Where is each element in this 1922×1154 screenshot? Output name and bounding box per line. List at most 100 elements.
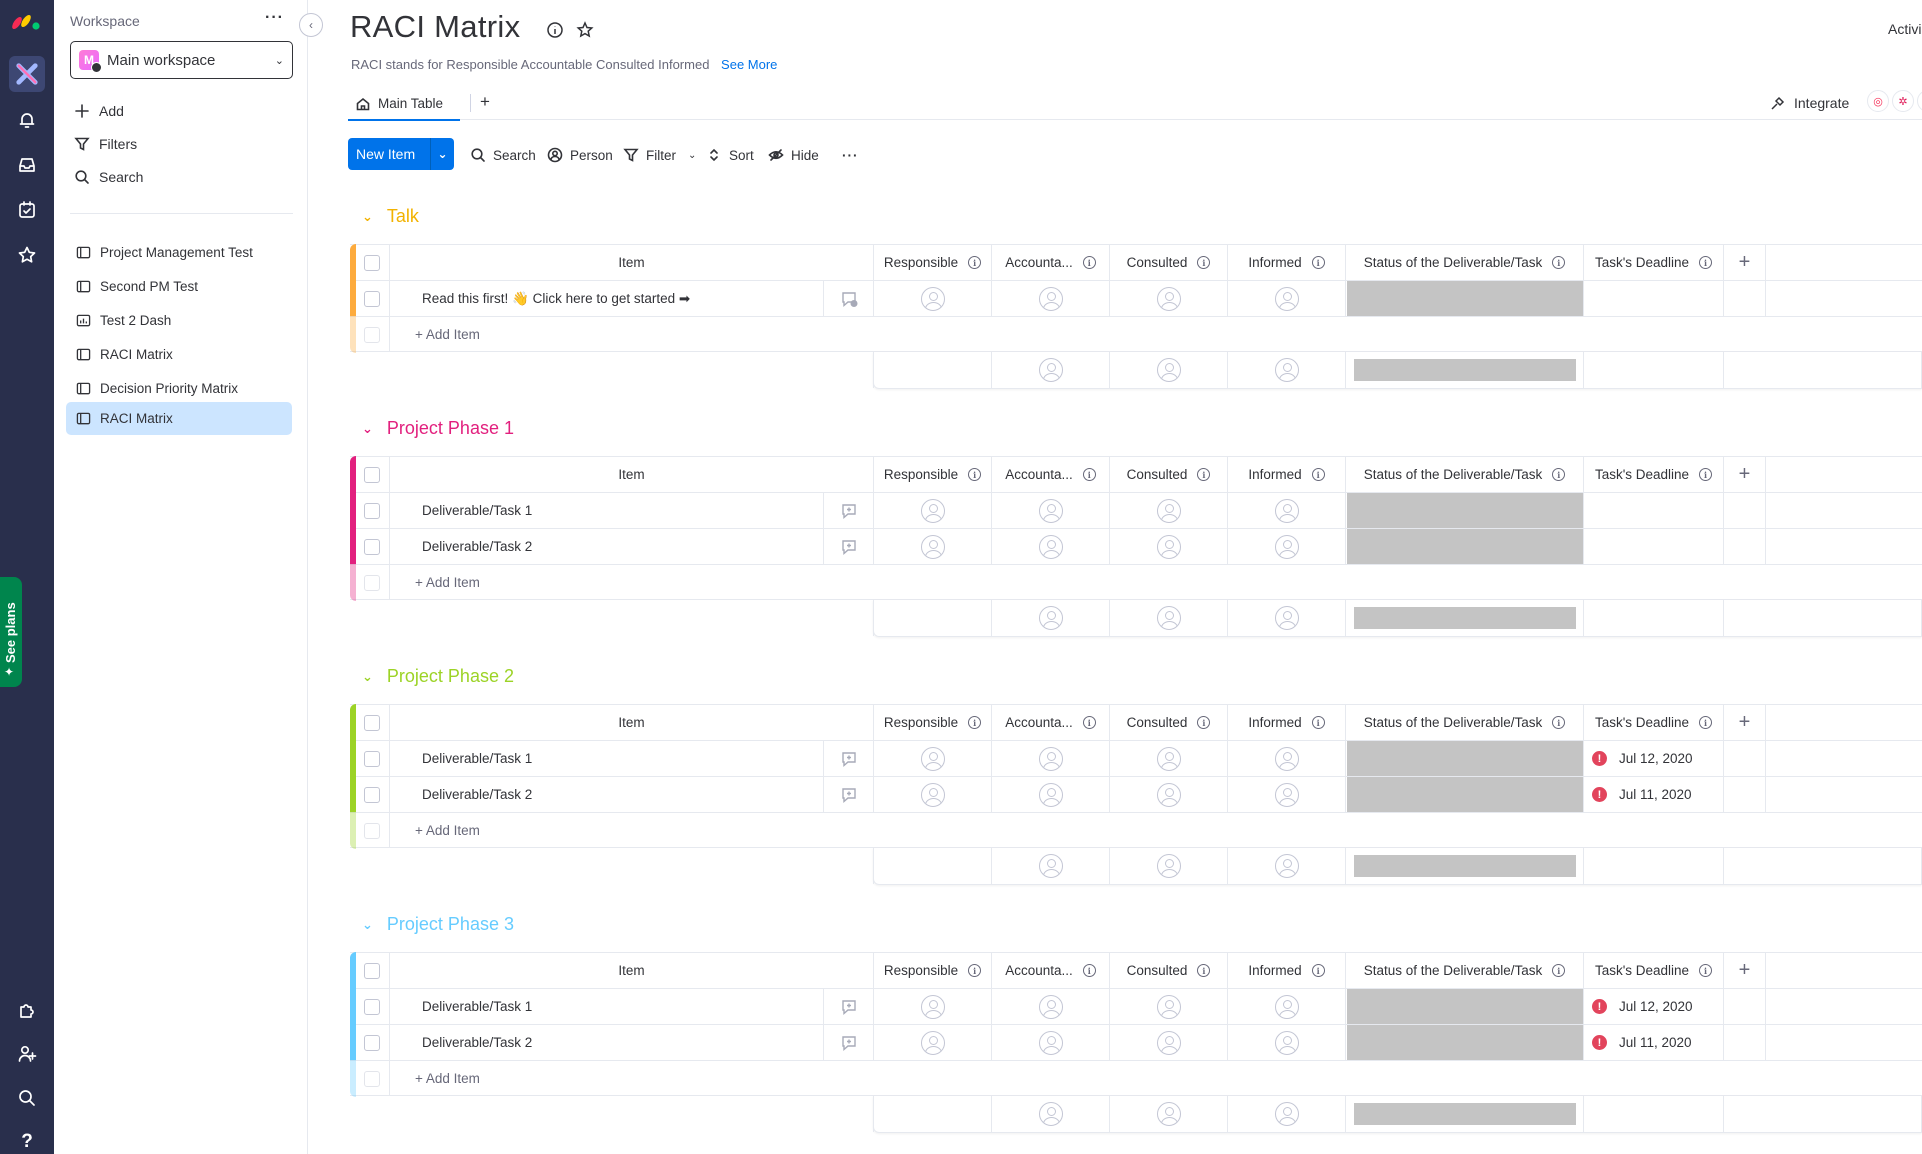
tab-main-table[interactable]: Main Table <box>348 88 460 121</box>
column-header-consulted[interactable]: Consulted i <box>1109 245 1227 280</box>
item-updates-button[interactable] <box>823 493 873 528</box>
column-header-status[interactable]: Status of the Deliverable/Task i <box>1345 705 1583 740</box>
sidebar-item-board[interactable]: Decision Priority Matrix <box>66 372 292 405</box>
column-header-status[interactable]: Status of the Deliverable/Task i <box>1345 953 1583 988</box>
deadline-cell[interactable]: ! Jul 12, 2020 <box>1583 989 1723 1024</box>
column-info-icon[interactable]: i <box>1552 716 1566 729</box>
column-info-icon[interactable]: i <box>1311 964 1325 977</box>
filters-button[interactable]: Filters <box>74 133 137 155</box>
person-cell-acc[interactable] <box>991 741 1109 776</box>
add-column-button[interactable]: + <box>1723 705 1765 740</box>
row-checkbox[interactable] <box>364 503 380 519</box>
chevron-down-icon[interactable]: ⌄ <box>362 421 373 437</box>
chevron-down-icon[interactable]: ⌄ <box>362 209 373 225</box>
column-header-accountable[interactable]: Accounta... i <box>991 705 1109 740</box>
invite-members-icon[interactable] <box>9 1036 45 1072</box>
integrate-button[interactable]: Integrate <box>1770 92 1849 114</box>
deadline-cell[interactable] <box>1583 529 1723 564</box>
table-row[interactable]: Deliverable/Task 1 ! Jul 12, 2020 <box>350 988 1922 1025</box>
add-column-button[interactable]: + <box>1723 245 1765 280</box>
status-cell[interactable] <box>1345 281 1583 316</box>
person-cell-resp[interactable] <box>873 777 991 812</box>
table-row[interactable]: Deliverable/Task 1 ! Jul 12, 2020 <box>350 740 1922 777</box>
item-name-cell[interactable]: Deliverable/Task 2 <box>389 1025 823 1060</box>
column-info-icon[interactable]: i <box>1311 256 1325 269</box>
column-info-icon[interactable]: i <box>1197 964 1211 977</box>
person-cell-acc[interactable] <box>991 529 1109 564</box>
item-updates-button[interactable] <box>823 741 873 776</box>
search-button[interactable]: Search <box>470 144 536 166</box>
item-updates-button[interactable] <box>823 529 873 564</box>
person-filter-button[interactable]: Person <box>547 144 613 166</box>
select-all-checkbox[interactable] <box>364 467 380 483</box>
add-button[interactable]: Add <box>74 100 124 122</box>
notifications-bell-icon[interactable] <box>9 102 45 138</box>
column-header-deadline[interactable]: Task's Deadline i <box>1583 953 1723 988</box>
column-info-icon[interactable]: i <box>1699 964 1713 977</box>
column-header-accountable[interactable]: Accounta... i <box>991 457 1109 492</box>
column-info-icon[interactable]: i <box>968 256 982 269</box>
status-cell[interactable] <box>1345 1025 1583 1060</box>
person-cell-inf[interactable] <box>1227 989 1345 1024</box>
see-more-link[interactable]: See More <box>721 57 777 72</box>
column-info-icon[interactable]: i <box>1311 468 1325 481</box>
column-header-item[interactable]: Item <box>389 457 873 492</box>
person-cell-inf[interactable] <box>1227 1025 1345 1060</box>
sidebar-item-dashboard[interactable]: Test 2 Dash <box>66 304 292 337</box>
summary-status-cell[interactable] <box>1345 1096 1583 1132</box>
person-cell-con[interactable] <box>1109 493 1227 528</box>
sidebar-item-board-selected[interactable]: RACI Matrix <box>66 402 292 435</box>
column-header-item[interactable]: Item <box>389 705 873 740</box>
group-title[interactable]: ⌄ Talk <box>362 206 419 227</box>
group-title[interactable]: ⌄ Project Phase 1 <box>362 418 514 439</box>
sidebar-item-board[interactable]: Second PM Test <box>66 270 292 303</box>
sidebar-item-board[interactable]: Project Management Test <box>66 236 292 269</box>
info-icon[interactable] <box>546 21 564 39</box>
column-header-deadline[interactable]: Task's Deadline i <box>1583 457 1723 492</box>
monday-logo-icon[interactable] <box>9 8 45 34</box>
table-row[interactable]: Deliverable/Task 1 <box>350 492 1922 529</box>
activity-button[interactable]: Activi <box>1888 21 1921 37</box>
add-column-button[interactable]: + <box>1723 457 1765 492</box>
sort-button[interactable]: Sort <box>706 144 754 166</box>
person-cell-resp[interactable] <box>873 1025 991 1060</box>
status-cell[interactable] <box>1345 777 1583 812</box>
person-cell-con[interactable] <box>1109 989 1227 1024</box>
item-updates-button[interactable] <box>823 989 873 1024</box>
group-title[interactable]: ⌄ Project Phase 3 <box>362 914 514 935</box>
column-header-responsible[interactable]: Responsible i <box>873 953 991 988</box>
add-view-button[interactable]: + <box>480 92 490 112</box>
more-options-icon[interactable]: ··· <box>842 144 859 166</box>
select-all-checkbox[interactable] <box>364 963 380 979</box>
column-info-icon[interactable]: i <box>1699 716 1713 729</box>
column-header-item[interactable]: Item <box>389 245 873 280</box>
status-cell[interactable] <box>1345 989 1583 1024</box>
item-name-cell[interactable]: Deliverable/Task 1 <box>389 493 823 528</box>
item-name-cell[interactable]: Read this first! 👋 Click here to get sta… <box>389 281 823 316</box>
column-info-icon[interactable]: i <box>968 468 982 481</box>
help-icon[interactable]: ? <box>9 1124 45 1154</box>
add-item-input[interactable]: + Add Item <box>389 1061 1922 1096</box>
column-header-informed[interactable]: Informed i <box>1227 245 1345 280</box>
column-info-icon[interactable]: i <box>1699 256 1713 269</box>
person-cell-resp[interactable] <box>873 493 991 528</box>
inbox-icon[interactable] <box>9 147 45 183</box>
column-header-responsible[interactable]: Responsible i <box>873 705 991 740</box>
column-info-icon[interactable]: i <box>1082 256 1096 269</box>
item-updates-button[interactable] <box>823 1025 873 1060</box>
person-cell-inf[interactable] <box>1227 741 1345 776</box>
status-cell[interactable] <box>1345 529 1583 564</box>
filter-button[interactable]: Filter ⌄ <box>623 144 696 166</box>
column-header-informed[interactable]: Informed i <box>1227 953 1345 988</box>
see-plans-button[interactable]: See plans ✦ <box>0 577 22 687</box>
item-name-cell[interactable]: Deliverable/Task 2 <box>389 777 823 812</box>
integration-apps[interactable]: ◎ ✲ M <box>1867 90 1922 112</box>
column-header-responsible[interactable]: Responsible i <box>873 457 991 492</box>
column-header-accountable[interactable]: Accounta... i <box>991 953 1109 988</box>
person-cell-resp[interactable] <box>873 741 991 776</box>
table-row[interactable]: Read this first! 👋 Click here to get sta… <box>350 280 1922 317</box>
workspace-options-icon[interactable]: ··· <box>265 9 284 27</box>
column-info-icon[interactable]: i <box>1552 468 1566 481</box>
add-item-input[interactable]: + Add Item <box>389 813 1922 848</box>
row-checkbox[interactable] <box>364 291 380 307</box>
